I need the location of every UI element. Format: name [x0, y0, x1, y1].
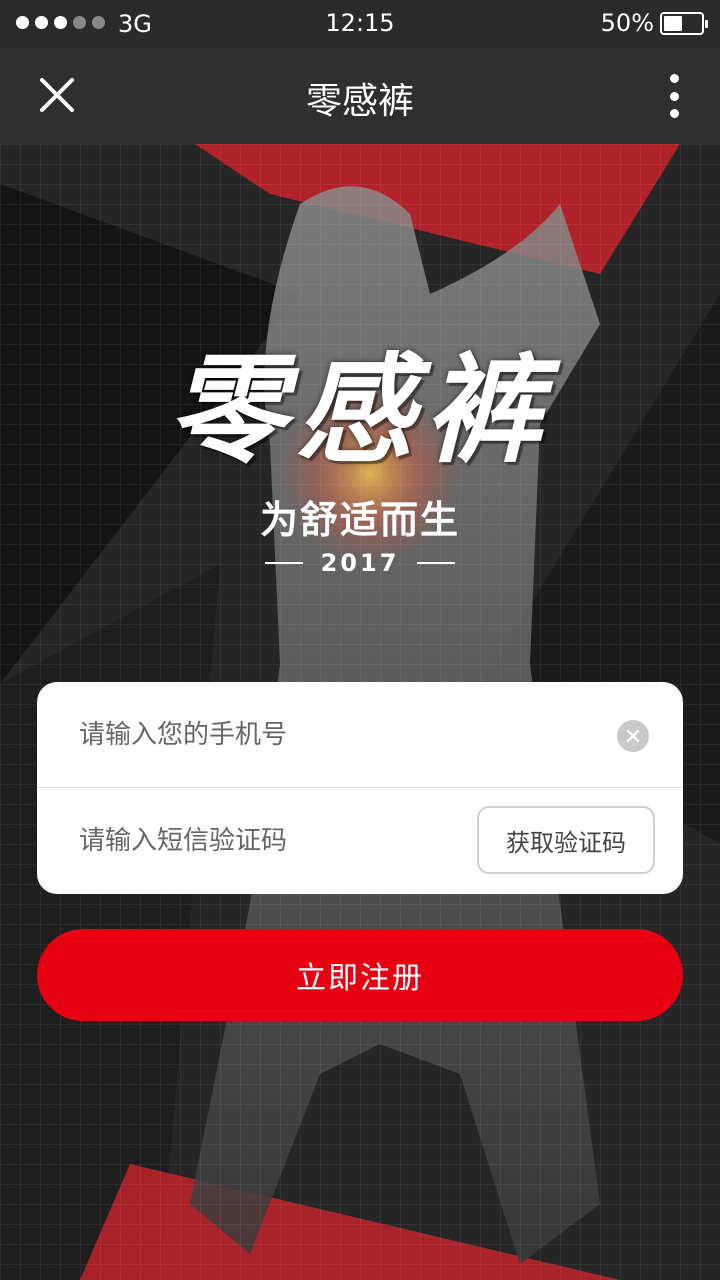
- close-icon: [40, 78, 74, 112]
- battery-percent: 50%: [600, 9, 654, 37]
- clear-phone-button[interactable]: [617, 720, 649, 752]
- more-vertical-icon: [669, 74, 679, 83]
- register-button[interactable]: 立即注册: [37, 929, 683, 1021]
- year-label: 2017: [320, 549, 400, 577]
- nav-bar: 零感裤: [0, 48, 720, 144]
- clear-icon: [626, 729, 640, 743]
- close-button[interactable]: [28, 66, 86, 124]
- status-bar: 3G 12:15 50%: [0, 0, 720, 48]
- sms-code-input[interactable]: [79, 816, 499, 866]
- phone-field-row: [37, 682, 683, 788]
- more-button[interactable]: [654, 70, 694, 122]
- phone-input[interactable]: [79, 710, 499, 760]
- battery-icon: [660, 12, 708, 35]
- year-row: 2017: [0, 549, 720, 577]
- divider-right: [417, 562, 456, 564]
- brand-title: 零感裤: [167, 340, 552, 479]
- divider-left: [264, 562, 303, 564]
- slogan: 为舒适而生: [259, 498, 460, 542]
- code-field-row: 获取验证码: [37, 788, 683, 894]
- register-form: 获取验证码: [37, 682, 683, 894]
- get-code-button[interactable]: 获取验证码: [477, 806, 655, 874]
- page-title: 零感裤: [305, 81, 414, 122]
